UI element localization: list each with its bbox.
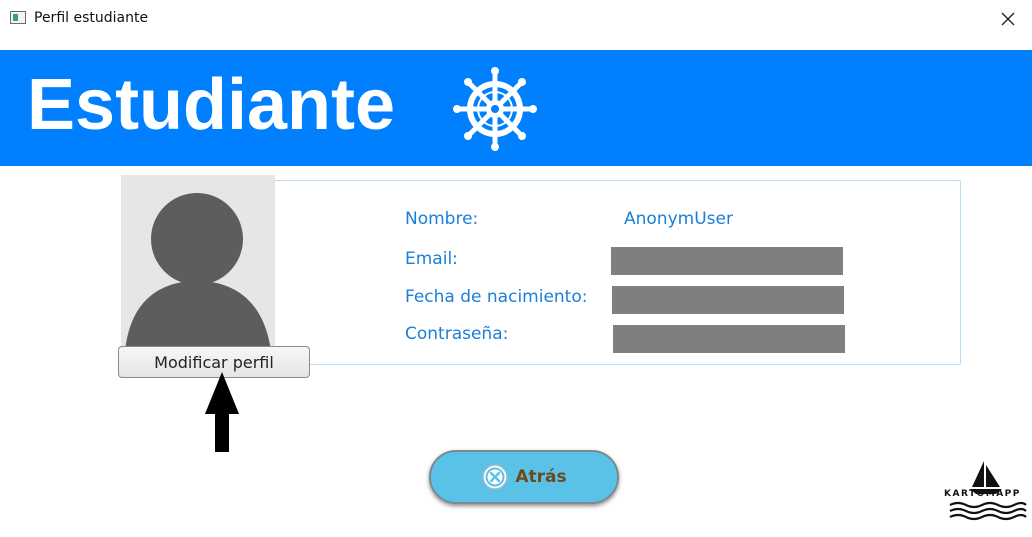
app-icon	[10, 11, 26, 24]
page-title: Estudiante	[27, 65, 396, 145]
birthdate-label: Fecha de nacimiento:	[405, 287, 588, 307]
window-title: Perfil estudiante	[34, 10, 149, 26]
arrow-up-icon	[205, 372, 239, 452]
birthdate-value-redacted	[612, 286, 844, 314]
back-button-label: Atrás	[515, 467, 567, 487]
close-circle-icon	[482, 464, 509, 490]
close-button[interactable]	[994, 5, 1022, 33]
password-value-redacted	[613, 325, 845, 353]
email-label: Email:	[405, 249, 458, 269]
user-silhouette-icon	[125, 193, 271, 351]
header-banner: Estudiante	[0, 50, 1032, 166]
profile-card	[252, 180, 961, 365]
window-titlebar: Perfil estudiante	[0, 0, 1032, 38]
back-button[interactable]: Atrás	[429, 450, 619, 504]
password-label: Contraseña:	[405, 324, 509, 344]
ship-wheel-icon	[453, 67, 537, 151]
email-value-redacted	[611, 247, 843, 275]
name-label: Nombre:	[405, 209, 479, 229]
name-value: AnonymUser	[624, 209, 733, 229]
profile-avatar	[121, 175, 275, 351]
close-icon	[1001, 12, 1015, 26]
logo-text: KARTOMAPP	[944, 489, 1021, 499]
